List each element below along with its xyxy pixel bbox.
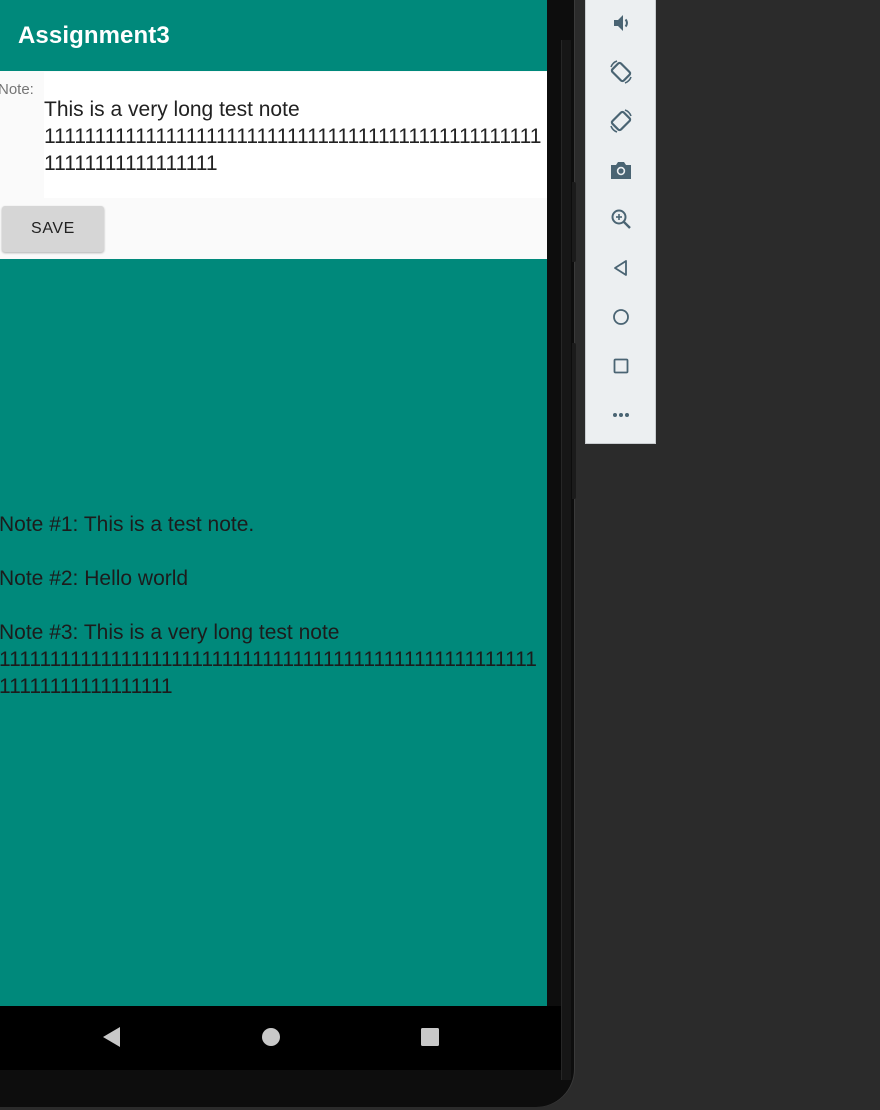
home-icon[interactable] [607, 303, 635, 331]
camera-icon[interactable] [607, 156, 635, 184]
navigation-bar [0, 1006, 561, 1070]
note-input[interactable]: This is a very long test note 1111111111… [44, 72, 547, 198]
back-icon[interactable] [101, 1026, 123, 1053]
emulator-window: Assignment3 Note: This is a very long te… [0, 0, 880, 1110]
phone-bezel-edge [561, 40, 571, 1080]
rotate-left-icon[interactable] [607, 58, 635, 86]
phone-display: Assignment3 Note: This is a very long te… [0, 0, 561, 1070]
note-editor-panel: Note: This is a very long test note 1111… [0, 71, 547, 259]
save-button[interactable]: SAVE [2, 206, 104, 252]
phone-device: Assignment3 Note: This is a very long te… [0, 0, 574, 1107]
more-icon[interactable] [607, 401, 635, 429]
notes-list: Note #1: This is a test note. Note #2: H… [0, 511, 547, 727]
app-bar: Assignment3 [0, 0, 547, 71]
app-title: Assignment3 [18, 22, 170, 49]
volume-rocker [572, 182, 576, 262]
list-item[interactable]: Note #2: Hello world [0, 565, 547, 592]
note-label: Note: [0, 81, 34, 98]
emulator-toolbar [585, 0, 656, 444]
volume-down-icon[interactable] [607, 9, 635, 37]
power-button [572, 343, 576, 499]
back-icon[interactable] [607, 254, 635, 282]
app-screen: Assignment3 Note: This is a very long te… [0, 0, 547, 1006]
overview-icon[interactable] [607, 352, 635, 380]
list-item[interactable]: Note #1: This is a test note. [0, 511, 547, 538]
home-icon[interactable] [261, 1027, 281, 1052]
recents-icon[interactable] [420, 1027, 440, 1052]
rotate-right-icon[interactable] [607, 107, 635, 135]
list-item[interactable]: Note #3: This is a very long test note 1… [0, 619, 547, 700]
zoom-icon[interactable] [607, 205, 635, 233]
